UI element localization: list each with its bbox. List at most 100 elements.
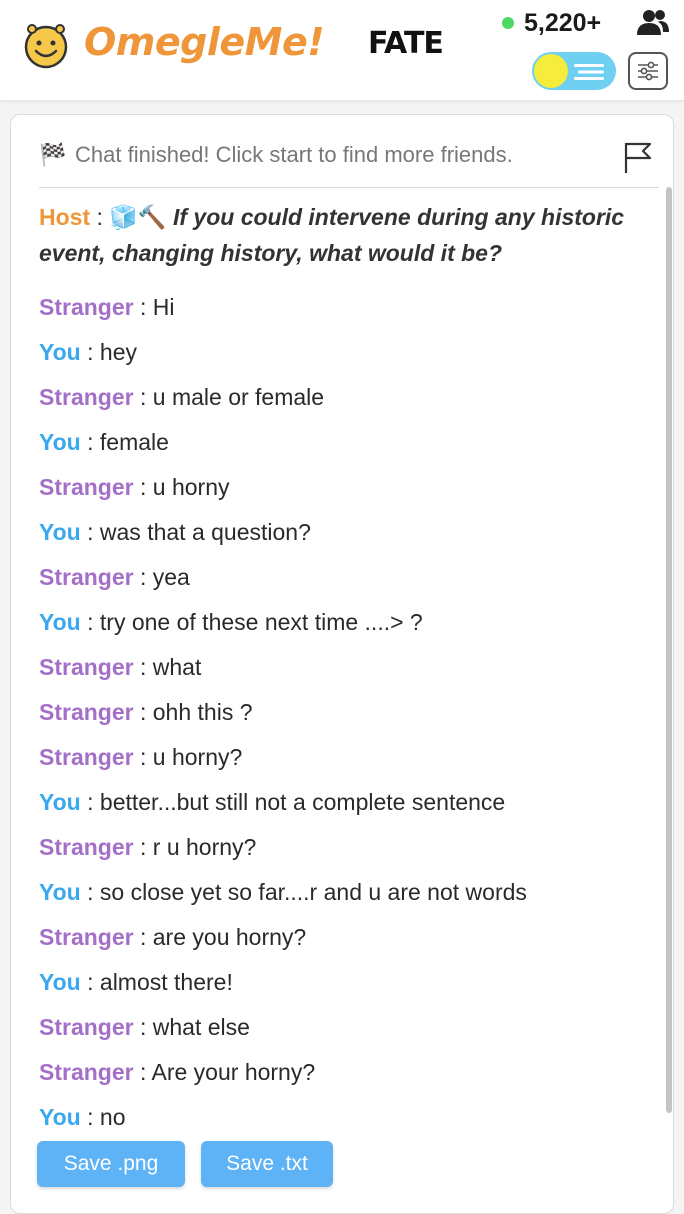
speed-lines-icon bbox=[574, 64, 604, 80]
chat-scrollbar[interactable] bbox=[666, 187, 672, 1113]
separator: : bbox=[133, 384, 153, 410]
filter-settings-button[interactable] bbox=[628, 52, 668, 90]
speaker-name: Stranger bbox=[39, 924, 134, 950]
users-icon bbox=[637, 10, 669, 35]
speaker-name: You bbox=[39, 969, 81, 995]
online-count: 5,220+ bbox=[524, 8, 602, 37]
chat-message: Stranger : are you horny? bbox=[39, 919, 655, 964]
online-dot-icon bbox=[502, 17, 514, 29]
speaker-name: Stranger bbox=[39, 1014, 134, 1040]
app-logo-text[interactable]: OmegleMe! bbox=[84, 20, 325, 64]
app-header: OmegleMe! FATE 5,220+ bbox=[0, 0, 684, 101]
speaker-name: Stranger bbox=[39, 294, 134, 320]
message-text: better...but still not a complete senten… bbox=[99, 789, 506, 815]
chat-message: Stranger : u male or female bbox=[39, 379, 655, 424]
separator: : bbox=[133, 564, 153, 590]
chat-message: Stranger : ohh this ? bbox=[39, 694, 655, 739]
speaker-name: Stranger bbox=[39, 654, 134, 680]
message-text: so close yet so far....r and u are not w… bbox=[99, 879, 527, 905]
online-indicator: 5,220+ bbox=[502, 8, 601, 38]
separator: : bbox=[133, 654, 153, 680]
chat-message: Stranger : r u horny? bbox=[39, 829, 655, 874]
separator: : bbox=[80, 969, 100, 995]
chat-message: Stranger : u horny bbox=[39, 469, 655, 514]
save-png-button[interactable]: Save .png bbox=[37, 1141, 185, 1187]
message-text: u male or female bbox=[152, 384, 325, 410]
separator: : bbox=[80, 789, 100, 815]
speaker-name: Stranger bbox=[39, 744, 134, 770]
chat-panel: 🏁 Chat finished! Click start to find mor… bbox=[10, 114, 674, 1214]
chat-message: Stranger : yea bbox=[39, 559, 655, 604]
speaker-name: Stranger bbox=[39, 384, 134, 410]
message-text: u horny bbox=[152, 474, 230, 500]
save-txt-button[interactable]: Save .txt bbox=[201, 1141, 333, 1187]
message-text: u horny? bbox=[152, 744, 243, 770]
chat-message: Stranger : Hi bbox=[39, 289, 655, 334]
message-text: female bbox=[99, 429, 169, 455]
chat-message: You : try one of these next time ....> ? bbox=[39, 604, 655, 649]
message-text: ohh this ? bbox=[152, 699, 253, 725]
theme-toggle[interactable] bbox=[532, 52, 616, 90]
speaker-name: Stranger bbox=[39, 1059, 134, 1085]
separator: : bbox=[133, 924, 153, 950]
chat-message: You : so close yet so far....r and u are… bbox=[39, 874, 655, 919]
message-text: try one of these next time ....> ? bbox=[99, 609, 423, 635]
host-name: Host bbox=[39, 204, 91, 230]
separator: : bbox=[133, 699, 153, 725]
separator: : bbox=[133, 1014, 153, 1040]
separator: : bbox=[133, 834, 153, 860]
message-text: what bbox=[152, 654, 202, 680]
message-text: are you horny? bbox=[152, 924, 307, 950]
message-text: no bbox=[99, 1104, 126, 1130]
chat-message: You : better...but still not a complete … bbox=[39, 784, 655, 829]
speaker-name: You bbox=[39, 339, 81, 365]
speaker-name: You bbox=[39, 609, 81, 635]
message-text: what else bbox=[152, 1014, 250, 1040]
speaker-name: Stranger bbox=[39, 474, 134, 500]
speaker-name: You bbox=[39, 429, 81, 455]
separator: : bbox=[80, 1104, 100, 1130]
speaker-name: Stranger bbox=[39, 699, 134, 725]
toggle-knob bbox=[534, 54, 568, 88]
chat-message: You : was that a question? bbox=[39, 514, 655, 559]
separator: : bbox=[80, 609, 100, 635]
chat-message: Stranger : what else bbox=[39, 1009, 655, 1054]
chat-message: You : hey bbox=[39, 334, 655, 379]
smiley-logo-icon bbox=[24, 24, 68, 69]
chat-status-text: Chat finished! Click start to find more … bbox=[75, 142, 513, 167]
ice-hammer-icon: 🧊🔨 bbox=[109, 204, 167, 230]
message-text: Are your horny? bbox=[151, 1059, 316, 1085]
report-flag-icon[interactable] bbox=[623, 141, 653, 175]
separator: : bbox=[80, 519, 100, 545]
chat-message: Stranger : u horny? bbox=[39, 739, 655, 784]
separator: : bbox=[133, 1059, 152, 1085]
message-text: yea bbox=[152, 564, 190, 590]
speaker-name: You bbox=[39, 789, 81, 815]
speaker-name: Stranger bbox=[39, 834, 134, 860]
chat-message: You : almost there! bbox=[39, 964, 655, 1009]
host-message: Host : 🧊🔨 If you could intervene during … bbox=[39, 204, 625, 266]
message-text: was that a question? bbox=[99, 519, 311, 545]
message-text: almost there! bbox=[99, 969, 233, 995]
speaker-name: You bbox=[39, 519, 81, 545]
brand-word: FATE bbox=[368, 26, 444, 61]
separator: : bbox=[133, 474, 153, 500]
separator: : bbox=[80, 879, 100, 905]
chat-status-bar: 🏁 Chat finished! Click start to find mor… bbox=[39, 141, 659, 188]
separator: : bbox=[80, 339, 100, 365]
message-text: r u horny? bbox=[152, 834, 257, 860]
message-list: Host : 🧊🔨 If you could intervene during … bbox=[39, 199, 655, 1144]
message-text: hey bbox=[99, 339, 137, 365]
chat-message: You : female bbox=[39, 424, 655, 469]
chat-message: Stranger : what bbox=[39, 649, 655, 694]
sliders-icon bbox=[638, 61, 658, 81]
message-text: Hi bbox=[152, 294, 175, 320]
chat-message: You : no bbox=[39, 1099, 655, 1144]
speaker-name: You bbox=[39, 1104, 81, 1130]
separator: : bbox=[80, 429, 100, 455]
checkered-flag-icon: 🏁 bbox=[39, 142, 67, 167]
speaker-name: Stranger bbox=[39, 564, 134, 590]
separator: : bbox=[133, 744, 153, 770]
speaker-name: You bbox=[39, 879, 81, 905]
chat-message: Stranger : Are your horny? bbox=[39, 1054, 655, 1099]
